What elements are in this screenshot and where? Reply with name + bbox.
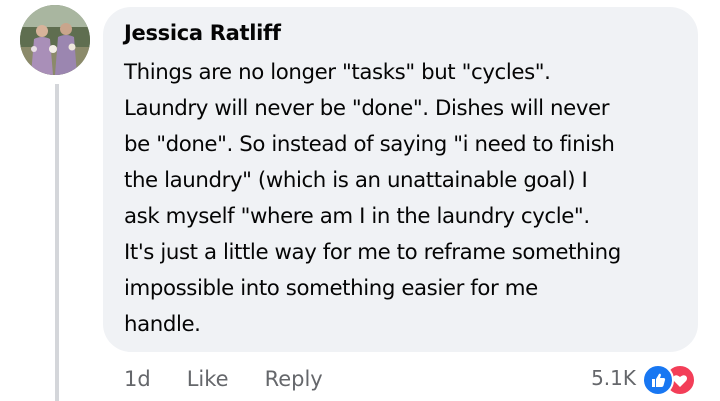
comment-actions: 1d Like Reply: [124, 364, 323, 394]
comment-text: Things are no longer "tasks" but "cycles…: [124, 55, 680, 343]
comment-text-line: impossible into something easier for me: [124, 276, 538, 301]
comment-text-line: Things are no longer "tasks" but "cycles…: [124, 60, 551, 85]
comment-author-name[interactable]: Jessica Ratliff: [124, 20, 680, 46]
like-button[interactable]: Like: [187, 367, 229, 391]
avatar-photo: [20, 5, 90, 75]
comment-text-line: It's just a little way for me to reframe…: [124, 240, 621, 265]
comment-text-line: Laundry will never be "done". Dishes wil…: [124, 96, 610, 121]
comment-text-line: handle.: [124, 312, 201, 337]
reaction-icons: [642, 362, 698, 396]
comment-bubble: Jessica Ratliff Things are no longer "ta…: [103, 7, 698, 352]
comment-timestamp[interactable]: 1d: [124, 367, 151, 391]
comment-text-line: the laundry" (which is an unattainable g…: [124, 168, 588, 193]
comment-text-line: be "done". So instead of saying "i need …: [124, 132, 615, 157]
like-reaction-icon: [642, 364, 674, 396]
reply-thread-line: [55, 84, 59, 401]
reaction-count: 5.1K: [591, 366, 636, 390]
comment-text-line: ask myself "where am I in the laundry cy…: [124, 204, 590, 229]
reply-button[interactable]: Reply: [265, 367, 323, 391]
reaction-summary[interactable]: 5.1K: [591, 362, 698, 396]
avatar[interactable]: [20, 5, 90, 75]
